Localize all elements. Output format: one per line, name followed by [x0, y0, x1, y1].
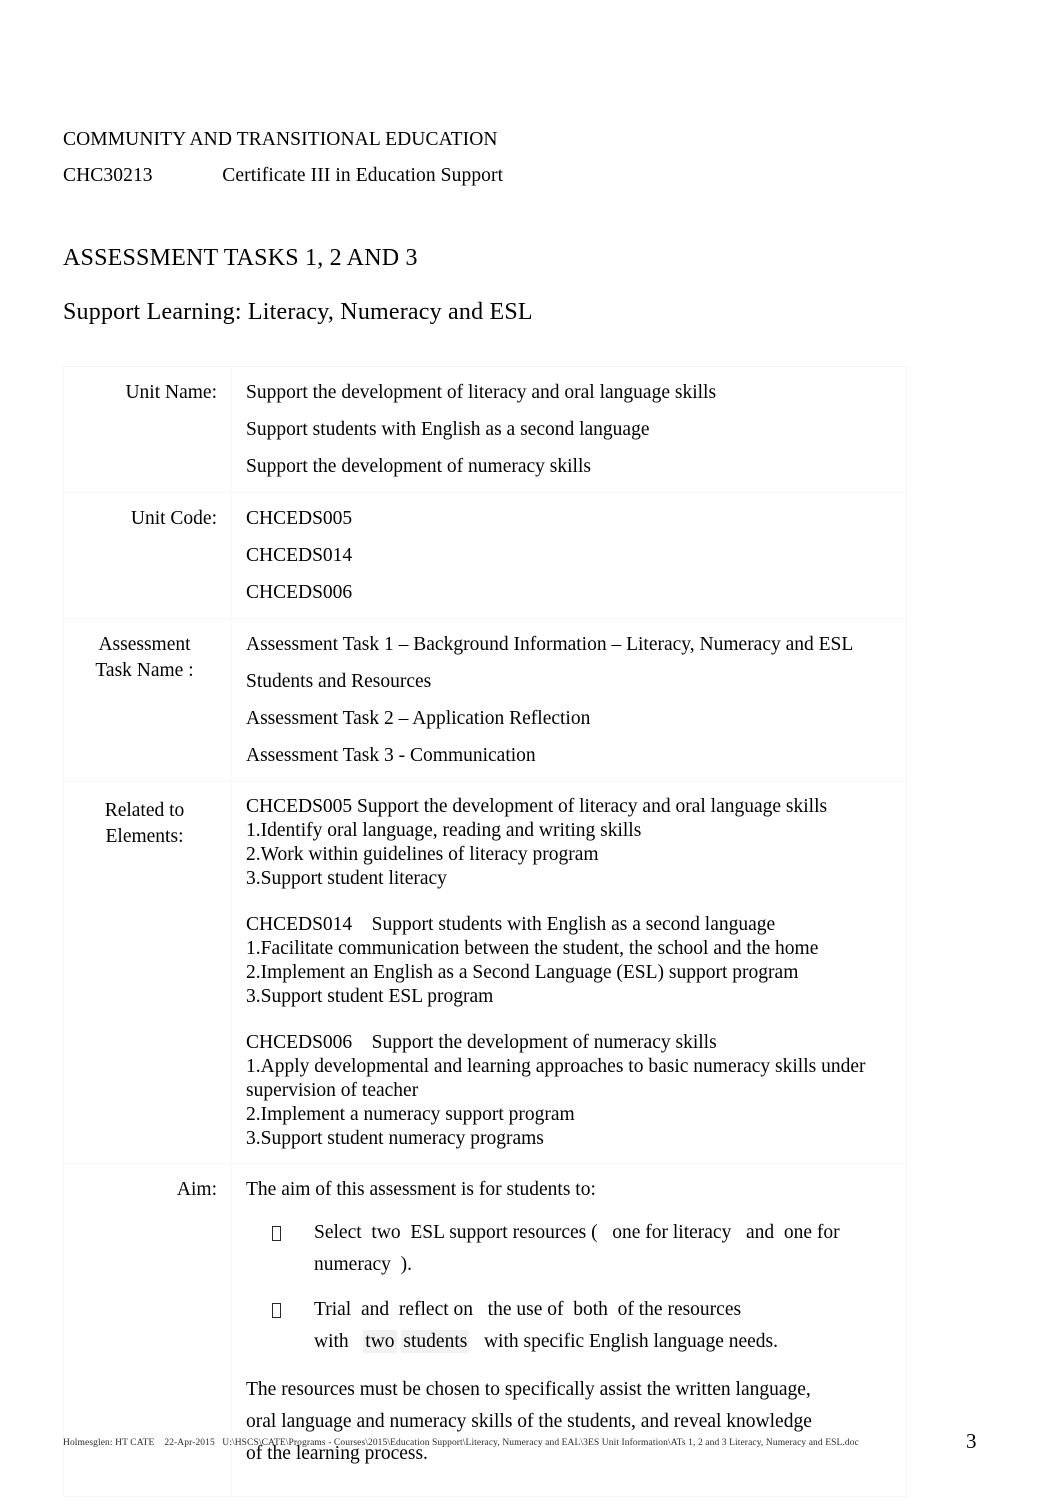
- element-item: 3.Support student literacy: [246, 868, 447, 889]
- element-group-spacer: [246, 1009, 896, 1031]
- elements-label-line-1: Related to: [104, 800, 185, 821]
- unit-code-line: CHCEDS006: [246, 582, 353, 603]
- task-name-line: Assessment Task 1 – Background Informati…: [246, 634, 854, 655]
- unit-name-line: Support the development of literacy and …: [246, 382, 717, 403]
- bullet-box-icon: [272, 1217, 314, 1249]
- unit-name-value-cell: Support the development of literacy and …: [231, 366, 907, 493]
- element-item: 2.Implement an English as a Second Langu…: [246, 962, 799, 983]
- aim-closing-paragraph: The resources must be chosen to specific…: [246, 1379, 812, 1464]
- organisation-line: COMMUNITY AND TRANSITIONAL EDUCATION: [63, 129, 498, 150]
- list-item: Select two ESL support resources ( one f…: [272, 1217, 896, 1281]
- highlighted-text: two: [363, 1330, 397, 1353]
- aim-bullet-text: Select two ESL support resources ( one f…: [314, 1222, 845, 1275]
- table-row-related-elements: Related to Elements: CHCEDS005 Support t…: [63, 781, 907, 1164]
- bullet-box-icon: [272, 1294, 314, 1326]
- aim-bullet-text: Trial and reflect on the use of both of …: [314, 1299, 779, 1353]
- task-name-line: Assessment Task 2 – Application Reflecti…: [246, 708, 591, 729]
- task-name-label-line-1: Assessment: [98, 634, 191, 655]
- unit-code-line: CHCEDS005: [246, 508, 353, 529]
- unit-name-line: Support the development of numeracy skil…: [246, 456, 591, 477]
- unit-code-value-cell: CHCEDS005 CHCEDS014 CHCEDS006: [231, 492, 907, 619]
- course-code-line: CHC30213 Certificate III in Education Su…: [63, 165, 504, 186]
- table-row-unit-name: Unit Name: Support the development of li…: [63, 366, 907, 493]
- element-item: 2.Implement a numeracy support program: [246, 1104, 575, 1125]
- elements-label-line-2: Elements:: [105, 826, 184, 847]
- footer-file-path: Holmesglen: HT CATE 22-Apr-2015 U:\HSCS\…: [63, 1438, 859, 1448]
- element-item: 3.Support student numeracy programs: [246, 1128, 544, 1149]
- element-group-spacer: [246, 891, 896, 913]
- table-row-task-name: Assessment Task Name : Assessment Task 1…: [63, 618, 907, 782]
- page-subtitle: Support Learning: Literacy, Numeracy and…: [63, 299, 533, 325]
- unit-code-label: Unit Code:: [130, 508, 217, 529]
- elements-label-cell: Related to Elements:: [63, 781, 232, 1164]
- highlighted-text: students: [401, 1330, 470, 1353]
- unit-code-line: CHCEDS014: [246, 545, 353, 566]
- unit-name-label: Unit Name:: [125, 382, 217, 403]
- assessment-info-table: Unit Name: Support the development of li…: [63, 366, 907, 1497]
- unit-name-label-cell: Unit Name:: [63, 366, 232, 493]
- table-row-unit-code: Unit Code: CHCEDS005 CHCEDS014 CHCEDS006: [63, 492, 907, 619]
- page-number: 3: [966, 1429, 977, 1453]
- element-group-heading: CHCEDS014 Support students with English …: [246, 914, 776, 935]
- unit-name-line: Support students with English as a secon…: [246, 419, 650, 440]
- element-item: 2.Work within guidelines of literacy pro…: [246, 844, 599, 865]
- element-item: 1.Identify oral language, reading and wr…: [246, 820, 642, 841]
- task-name-label-line-2: Task Name :: [95, 660, 194, 681]
- task-name-label-cell: Assessment Task Name :: [63, 618, 232, 782]
- aim-label: Aim:: [176, 1179, 217, 1200]
- element-item: 1.Apply developmental and learning appro…: [246, 1056, 866, 1101]
- element-group-heading: CHCEDS006 Support the development of num…: [246, 1032, 717, 1053]
- element-item: 3.Support student ESL program: [246, 986, 494, 1007]
- element-group-heading: CHCEDS005 Support the development of lit…: [246, 796, 828, 817]
- task-name-value-cell: Assessment Task 1 – Background Informati…: [231, 618, 907, 782]
- document-header: COMMUNITY AND TRANSITIONAL EDUCATION CHC…: [63, 122, 923, 194]
- page-title: ASSESSMENT TASKS 1, 2 AND 3: [63, 245, 418, 271]
- aim-intro-text: The aim of this assessment is for studen…: [246, 1179, 596, 1200]
- page-footer: Holmesglen: HT CATE 22-Apr-2015 U:\HSCS\…: [63, 1437, 903, 1450]
- element-item: 1.Facilitate communication between the s…: [246, 938, 819, 959]
- unit-code-label-cell: Unit Code:: [63, 492, 232, 619]
- task-name-line: Assessment Task 3 - Communication: [246, 745, 536, 766]
- task-name-line: Students and Resources: [246, 671, 432, 692]
- elements-value-cell: CHCEDS005 Support the development of lit…: [231, 781, 907, 1164]
- document-page: COMMUNITY AND TRANSITIONAL EDUCATION CHC…: [0, 0, 1062, 1506]
- list-item: Trial and reflect on the use of both of …: [272, 1294, 896, 1358]
